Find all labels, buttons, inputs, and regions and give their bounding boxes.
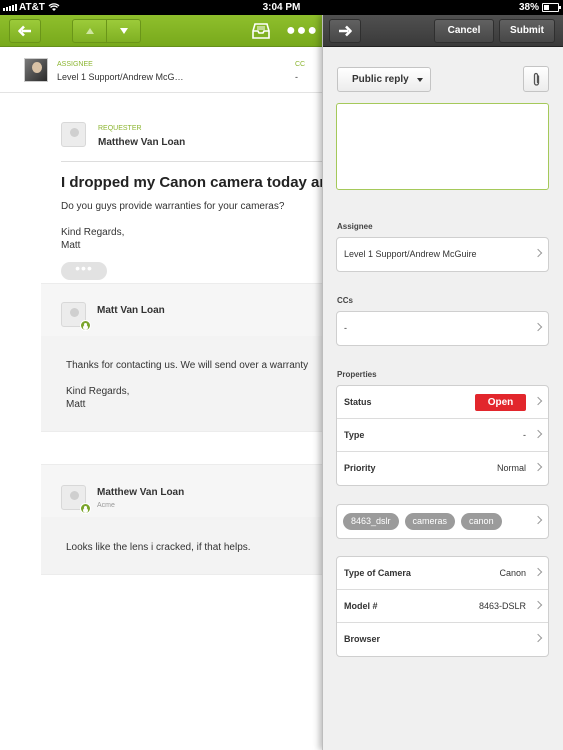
requester-avatar [61,122,86,147]
comment-line: Matt [66,399,86,410]
status-badge: Open [475,394,526,411]
chevron-right-icon [533,396,543,406]
assignee-section-label: Assignee [337,222,373,231]
clock: 3:04 PM [262,2,301,13]
type-row[interactable]: Type - [337,419,548,452]
status-row[interactable]: Status Open [337,386,548,419]
chevron-right-icon [533,322,543,332]
model-number-row[interactable]: Model # 8463-DSLR [337,590,548,623]
agent-badge-icon [80,320,91,331]
comment-body: Thanks for contacting us. We will send o… [41,336,322,431]
previous-ticket-button[interactable] [72,19,107,43]
requester-label: REQUESTER [98,125,142,132]
paperclip-icon [533,72,540,86]
down-arrow-icon [119,28,128,34]
agent-badge-icon [80,503,91,514]
status-bar: AT&T 3:04 PM 38% [0,0,563,15]
tags-field[interactable]: 8463_dslr cameras canon [336,504,549,539]
status-label: Status [344,397,372,407]
custom-field-value: Canon [499,568,526,578]
type-of-camera-row[interactable]: Type of Camera Canon [337,557,548,590]
priority-value: Normal [496,463,526,473]
reply-type-select[interactable]: Public reply [337,67,431,92]
tag-list: 8463_dslr cameras canon [343,513,502,530]
forward-arrow-icon [339,25,352,37]
priority-label: Priority [344,463,376,473]
ccs-row[interactable]: - [337,312,548,345]
comment-author: Matthew Van Loan [97,487,185,498]
conversation-pane: REQUESTER Matthew Van Loan I dropped my … [0,93,322,750]
submit-button[interactable]: Submit [499,19,555,43]
properties-section-label: Properties [337,370,377,379]
ccs-field-value: - [344,323,347,333]
back-arrow-icon [18,25,31,37]
cc-label: CC [295,61,306,68]
signoff-name: Matt [61,240,81,251]
back-button[interactable] [9,19,41,43]
browser-row[interactable]: Browser [337,623,548,656]
tag: canon [461,513,502,530]
comment-line: Thanks for contacting us. We will send o… [66,360,309,371]
chevron-right-icon [533,515,543,525]
chevron-right-icon [533,600,543,610]
assignee-field-value: Level 1 Support/Andrew McGuire [344,249,477,259]
comment-org: Acme [97,502,115,509]
requester-name: Matthew Van Loan [98,137,186,148]
properties-group: Status Open Type - Priority Normal [336,385,549,486]
ticket-toolbar: ●●● [0,15,322,47]
assignee-value[interactable]: Level 1 Support/Andrew McG… [57,72,184,82]
custom-field-label: Type of Camera [344,568,411,578]
custom-field-value: 8463-DSLR [478,601,526,611]
reply-textarea[interactable] [336,103,549,190]
custom-field-label: Model # [344,601,378,611]
comment-card: Matthew Van Loan Acme Looks like the len… [41,464,322,575]
battery-percent: 38% [518,2,539,13]
custom-fields-group: Type of Camera Canon Model # 8463-DSLR B… [336,556,549,657]
chevron-right-icon [533,462,543,472]
assignee-label: ASSIGNEE [57,61,93,68]
chevron-right-icon [533,429,543,439]
ticket-description: Do you guys provide warranties for your … [61,201,285,212]
reply-type-value: Public reply [352,74,409,85]
assignee-avatar [24,58,48,82]
cc-value[interactable]: - [295,72,298,82]
battery-icon [542,3,561,12]
ccs-field[interactable]: - [336,311,549,346]
divider [61,161,322,162]
assignee-field[interactable]: Level 1 Support/Andrew McGuire [336,237,549,272]
custom-field-label: Browser [344,634,381,644]
attach-button[interactable] [523,66,549,92]
type-label: Type [344,430,365,440]
comment-card: Matt Van Loan Thanks for contacting us. … [41,283,322,432]
chevron-right-icon [533,567,543,577]
collapse-panel-button[interactable] [329,19,361,43]
ticket-subject: I dropped my Canon camera today an [61,174,322,191]
ccs-section-label: CCs [337,296,354,305]
signoff: Kind Regards, [61,227,125,238]
next-ticket-button[interactable] [106,19,141,43]
reply-panel-toolbar: Cancel Submit [323,15,563,47]
comment-body: Looks like the lens i cracked, if that h… [41,517,322,574]
tag: cameras [404,513,456,530]
tags-row[interactable]: 8463_dslr cameras canon [337,505,548,538]
comment-line: Looks like the lens i cracked, if that h… [66,542,251,553]
tag: 8463_dslr [343,513,399,530]
show-more-button[interactable]: ••• [61,261,107,280]
up-arrow-icon [85,28,94,34]
assignee-row[interactable]: Level 1 Support/Andrew McGuire [337,238,548,271]
comment-author: Matt Van Loan [97,305,165,316]
inbox-icon[interactable] [252,23,270,39]
ticket-header: ASSIGNEE Level 1 Support/Andrew McG… CC … [0,47,322,93]
more-icon[interactable]: ●●● [286,23,318,39]
cancel-button[interactable]: Cancel [434,19,494,43]
comment-line: Kind Regards, [66,386,130,397]
reply-panel: Cancel Submit Public reply Assignee Leve… [322,15,563,750]
priority-row[interactable]: Priority Normal [337,452,548,485]
chevron-right-icon [533,248,543,258]
type-value: - [523,430,526,440]
chevron-down-icon [417,78,423,82]
chevron-right-icon [533,633,543,643]
